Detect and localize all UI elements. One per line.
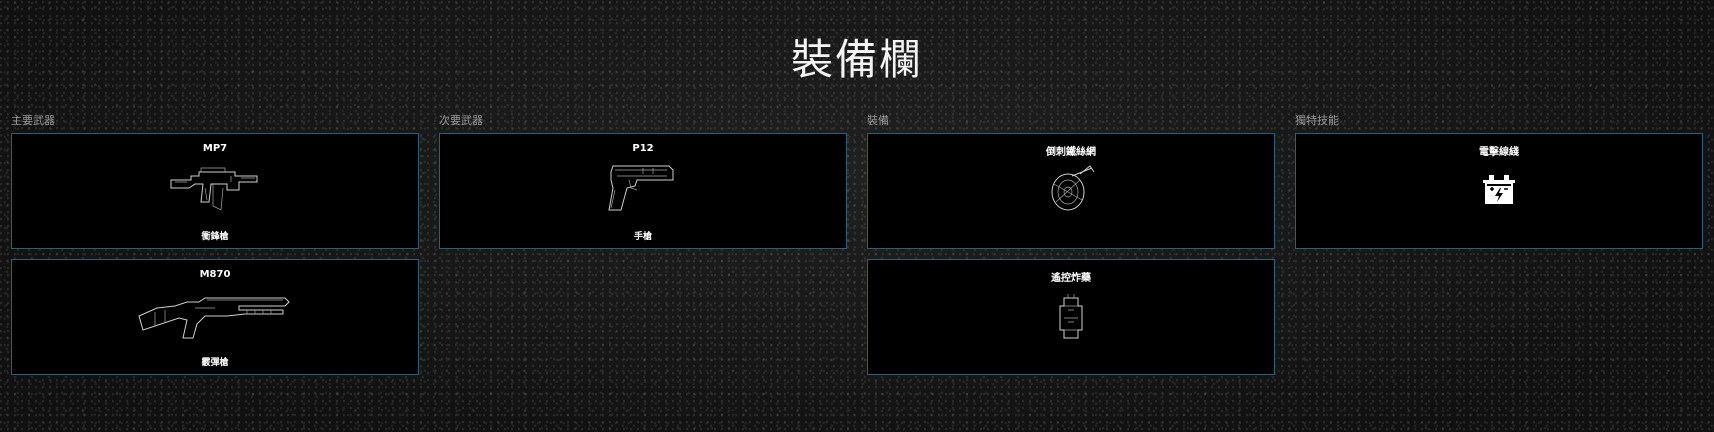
page-title: 裝備欄 bbox=[790, 35, 923, 84]
battery-shock-icon bbox=[1483, 174, 1515, 206]
gadget-name: 倒刺鐵絲網 bbox=[1046, 147, 1096, 158]
weapon-card-p12[interactable]: P12 手槍 bbox=[439, 133, 847, 249]
weapon-type: 手槍 bbox=[633, 232, 652, 242]
barbed-wire-icon bbox=[1046, 164, 1096, 214]
weapon-type: 霰彈槍 bbox=[201, 358, 229, 368]
secondary-weapons-label: 次要武器 bbox=[439, 114, 483, 127]
weapon-card-mp7[interactable]: MP7 衝鋒槍 bbox=[11, 133, 419, 249]
loadout-columns: 主要武器 MP7 衝鋒槍 M870 霰彈槍 次要武器 P12 手槍 裝備 倒刺鐵… bbox=[11, 114, 1703, 385]
unique-ability-column: 獨特技能 電擊線綫 bbox=[1295, 114, 1703, 385]
remote-charge-icon bbox=[1058, 294, 1084, 342]
primary-weapons-label: 主要武器 bbox=[11, 114, 55, 127]
weapon-name: MP7 bbox=[202, 143, 228, 154]
ability-name: 電擊線綫 bbox=[1479, 147, 1519, 158]
gadget-card-barbed-wire[interactable]: 倒刺鐵絲網 bbox=[867, 133, 1275, 249]
gadgets-column: 裝備 倒刺鐵絲網 遙控炸藥 bbox=[867, 114, 1275, 385]
weapon-name: M870 bbox=[199, 269, 231, 280]
gadget-card-remote-charge[interactable]: 遙控炸藥 bbox=[867, 259, 1275, 375]
gadgets-label: 裝備 bbox=[867, 114, 889, 127]
pistol-icon bbox=[603, 160, 683, 216]
primary-weapons-column: 主要武器 MP7 衝鋒槍 M870 霰彈槍 bbox=[11, 114, 419, 385]
ability-card-shock-wire[interactable]: 電擊線綫 bbox=[1295, 133, 1703, 249]
unique-ability-label: 獨特技能 bbox=[1295, 114, 1339, 127]
submachine-gun-icon bbox=[165, 162, 265, 214]
weapon-card-m870[interactable]: M870 霰彈槍 bbox=[11, 259, 419, 375]
secondary-weapons-column: 次要武器 P12 手槍 bbox=[439, 114, 847, 385]
shotgun-icon bbox=[135, 290, 295, 340]
gadget-name: 遙控炸藥 bbox=[1051, 273, 1091, 284]
weapon-type: 衝鋒槍 bbox=[201, 232, 229, 242]
weapon-name: P12 bbox=[632, 143, 654, 154]
